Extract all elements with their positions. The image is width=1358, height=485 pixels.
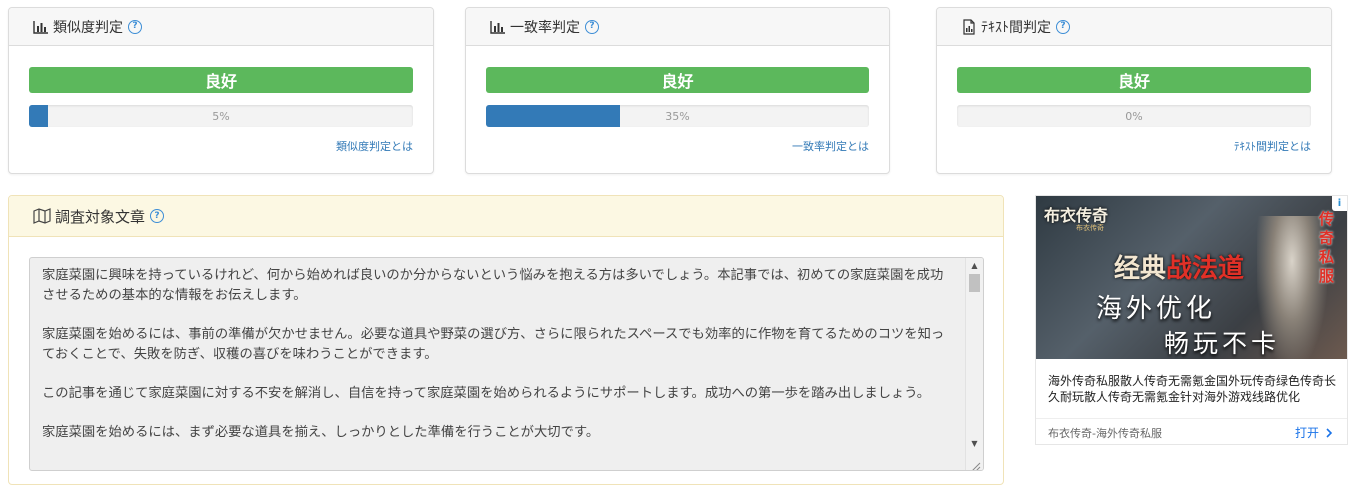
target-text-content: 家庭菜園に興味を持っているけれど、何から始めれば良いのか分からないという悩みを抱… <box>42 266 953 462</box>
card-header: ﾃｷｽﾄ間判定 ? <box>937 8 1331 46</box>
card-header: 一致率判定 ? <box>466 8 889 46</box>
target-text-panel: 調査対象文章 ? 家庭菜園に興味を持っているけれど、何から始めれば良いのか分から… <box>8 195 1004 485</box>
map-icon <box>33 208 51 224</box>
progress-label: 35% <box>665 109 690 123</box>
card-header: 類似度判定 ? <box>9 8 433 46</box>
ad-info-icon[interactable]: i <box>1332 196 1347 211</box>
bar-chart-icon <box>33 19 49 35</box>
ad-slogan-line2: 畅玩不卡 <box>1164 329 1281 358</box>
ad-open-button[interactable]: 打开 <box>1295 424 1333 441</box>
progress-bar: 35% <box>486 105 869 127</box>
card-title: 一致率判定 <box>510 19 580 36</box>
card-title: 類似度判定 <box>53 19 123 36</box>
target-text-area[interactable]: 家庭菜園に興味を持っているけれど、何から始めれば良いのか分からないという悩みを抱… <box>29 257 984 471</box>
ad-headline-a: 经典 <box>1114 254 1167 284</box>
ad-image[interactable]: 布衣传奇 布衣传奇 经典战法道 海外优化 畅玩不卡 传奇私服 i <box>1036 196 1347 359</box>
ad-open-label: 打开 <box>1294 426 1319 440</box>
similarity-info-link[interactable]: 類似度判定とは <box>336 138 413 154</box>
vertical-scrollbar[interactable]: ▲ ▼ <box>965 258 983 470</box>
advertisement[interactable]: 布衣传奇 布衣传奇 经典战法道 海外优化 畅玩不卡 传奇私服 i 海外传奇私服散… <box>1035 195 1348 445</box>
help-icon[interactable]: ? <box>128 19 142 34</box>
ad-headline: 经典战法道 <box>1114 248 1244 285</box>
ad-footer: 布衣传奇-海外传奇私服 打开 <box>1036 418 1347 444</box>
ad-vertical-text: 传奇私服 <box>1319 210 1335 285</box>
card-title: ﾃｷｽﾄ間判定 <box>981 19 1051 36</box>
verdict-badge: 良好 <box>957 67 1311 93</box>
match-rate-card: 一致率判定 ? 良好 35% 一致率判定とは <box>465 7 890 174</box>
progress-bar: 5% <box>29 105 413 127</box>
document-chart-icon <box>961 18 977 35</box>
ad-headline-b: 战法道 <box>1166 254 1245 284</box>
ad-source: 布衣传奇-海外传奇私服 <box>1048 427 1162 440</box>
paragraph: この記事を通じて家庭菜園に対する不安を解消し、自信を持って家庭菜園を始められるよ… <box>42 386 931 401</box>
ad-slogan-line1: 海外优化 <box>1096 294 1217 324</box>
help-icon[interactable]: ? <box>1056 19 1070 34</box>
similarity-card: 類似度判定 ? 良好 5% 類似度判定とは <box>8 7 434 174</box>
panel-header: 調査対象文章 ? <box>9 196 1003 237</box>
ad-title[interactable]: 海外传奇私服散人传奇无需氪金国外玩传奇绿色传奇长久耐玩散人传奇无需氪金针对海外游… <box>1048 373 1338 405</box>
ad-logo-sub: 布衣传奇 <box>1076 224 1104 232</box>
paragraph: 家庭菜園を始めるには、まず必要な道具を揃え、しっかりとした準備を行うことが大切で… <box>42 425 600 440</box>
bar-chart-icon <box>490 19 506 35</box>
verdict-badge: 良好 <box>29 67 413 93</box>
scrollbar-thumb[interactable] <box>969 274 980 292</box>
text-comparison-info-link[interactable]: ﾃｷｽﾄ間判定とは <box>1234 138 1311 154</box>
text-comparison-card: ﾃｷｽﾄ間判定 ? 良好 0% ﾃｷｽﾄ間判定とは <box>936 7 1332 174</box>
help-icon[interactable]: ? <box>150 209 165 223</box>
chevron-right-icon <box>1325 427 1333 438</box>
panel-title: 調査対象文章 <box>55 207 146 226</box>
progress-bar: 0% <box>957 105 1311 127</box>
help-icon[interactable]: ? <box>585 19 599 34</box>
paragraph: 家庭菜園を始めるには、事前の準備が欠かせません。必要な道具や野菜の選び方、さらに… <box>42 327 945 362</box>
progress-label: 0% <box>1125 109 1143 123</box>
match-rate-info-link[interactable]: 一致率判定とは <box>792 138 869 154</box>
scroll-down-icon[interactable]: ▼ <box>966 436 983 450</box>
paragraph: 家庭菜園に興味を持っているけれど、何から始めれば良いのか分からないという悩みを抱… <box>42 268 944 303</box>
verdict-badge: 良好 <box>486 67 869 93</box>
resize-handle-icon[interactable] <box>969 457 981 470</box>
progress-label: 5% <box>212 109 230 123</box>
scroll-up-icon[interactable]: ▲ <box>966 258 983 272</box>
